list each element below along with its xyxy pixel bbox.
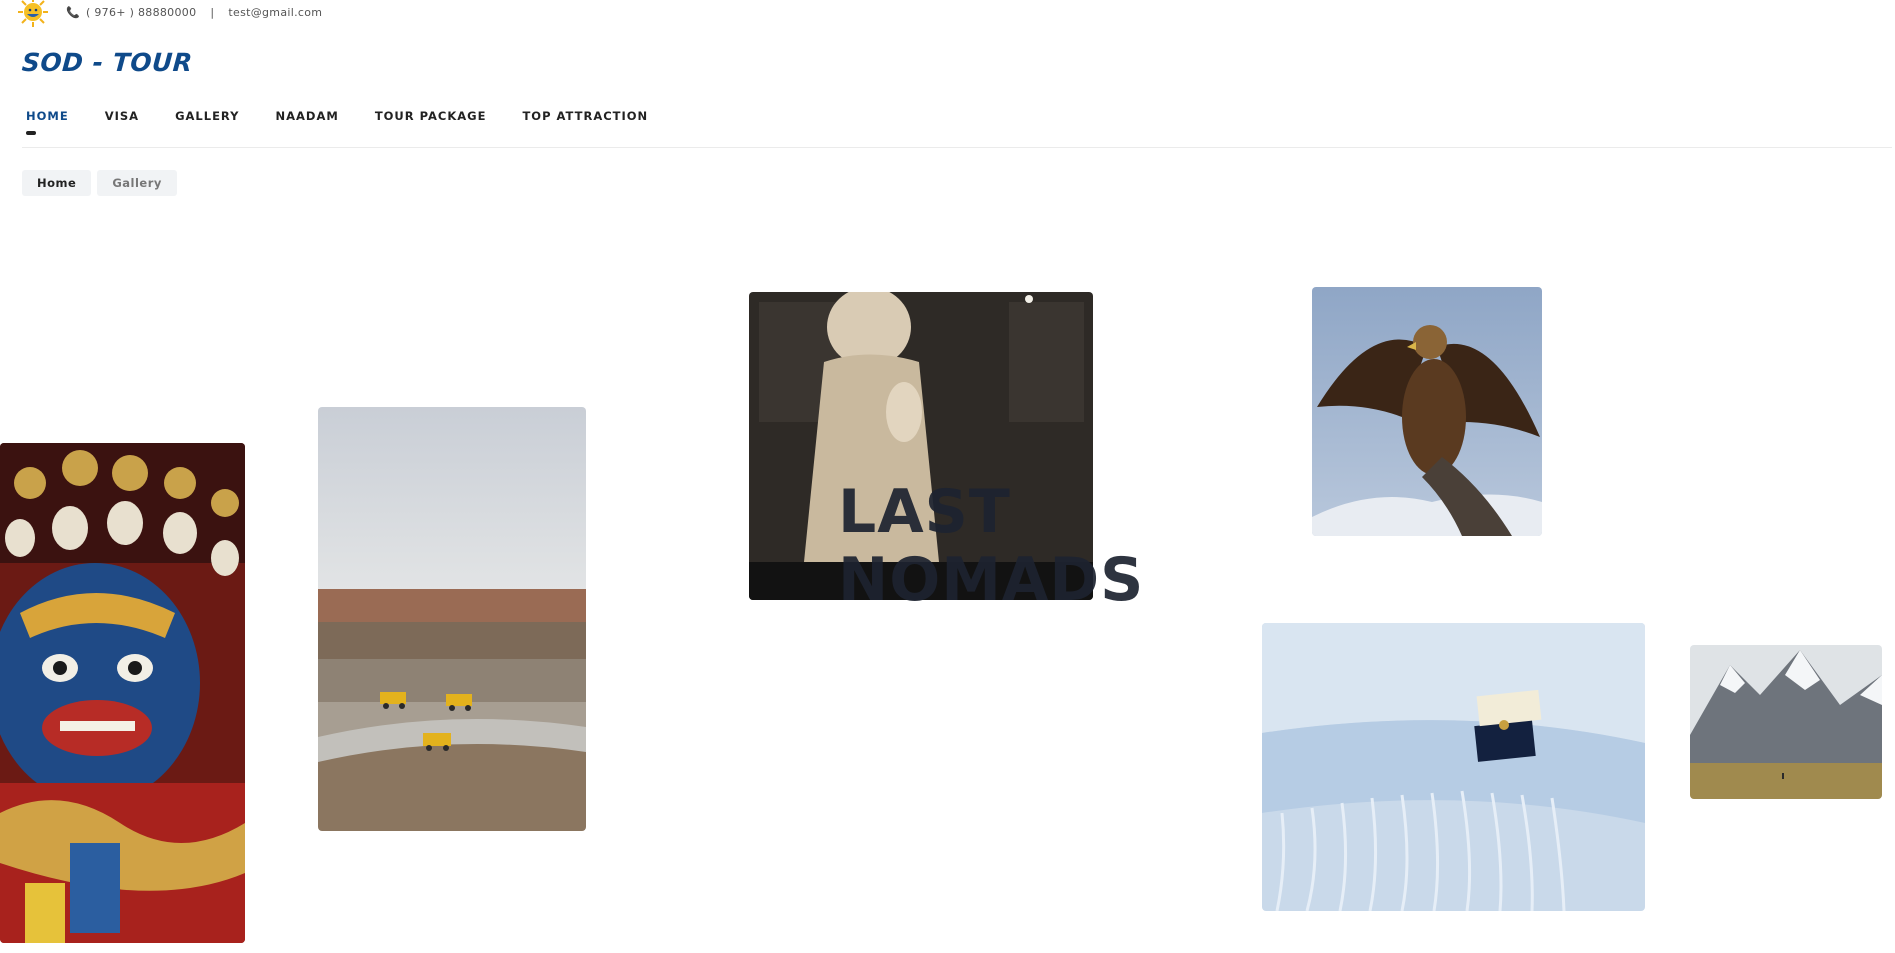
hero-headline-line1: LAST (838, 477, 1011, 547)
contact-separator: | (210, 6, 215, 19)
breadcrumb-home[interactable]: Home (22, 170, 92, 196)
breadcrumb-gallery: Gallery (97, 170, 177, 196)
mask-statue-photo[interactable] (0, 443, 245, 943)
phone-icon: 📞 (66, 6, 80, 19)
top-bar: 📞 ( 976+ ) 88880000 | test@gmail.com (0, 0, 1895, 28)
cashmere-scarf-photo[interactable] (1262, 623, 1645, 911)
main-nav: HOME VISA GALLERY NAADAM TOUR PACKAGE TO… (26, 109, 684, 135)
breadcrumb: Home Gallery (22, 170, 177, 196)
hero-headline: LAST NOMADS (838, 478, 1144, 614)
hero-headline-line2: NOMADS (838, 545, 1145, 615)
nav-item-naadam[interactable]: NAADAM (275, 109, 338, 123)
brand-logo-text[interactable]: SOD - TOUR (21, 48, 194, 77)
mountains-photo[interactable] (1690, 645, 1882, 799)
nav-item-top-attraction[interactable]: TOP ATTRACTION (522, 109, 648, 123)
mining-trucks-photo[interactable] (318, 407, 586, 831)
nav-item-home[interactable]: HOME (26, 109, 69, 135)
nav-item-gallery[interactable]: GALLERY (175, 109, 239, 123)
contact-info: 📞 ( 976+ ) 88880000 | test@gmail.com (66, 6, 322, 19)
phone-number[interactable]: ( 976+ ) 88880000 (86, 6, 196, 19)
nav-item-visa[interactable]: VISA (105, 109, 139, 123)
golden-eagle-photo[interactable] (1312, 287, 1542, 536)
nav-item-tour-package[interactable]: TOUR PACKAGE (375, 109, 487, 123)
sun-logo-icon[interactable] (17, 0, 49, 28)
nav-divider (22, 147, 1892, 148)
email-link[interactable]: test@gmail.com (228, 6, 322, 19)
